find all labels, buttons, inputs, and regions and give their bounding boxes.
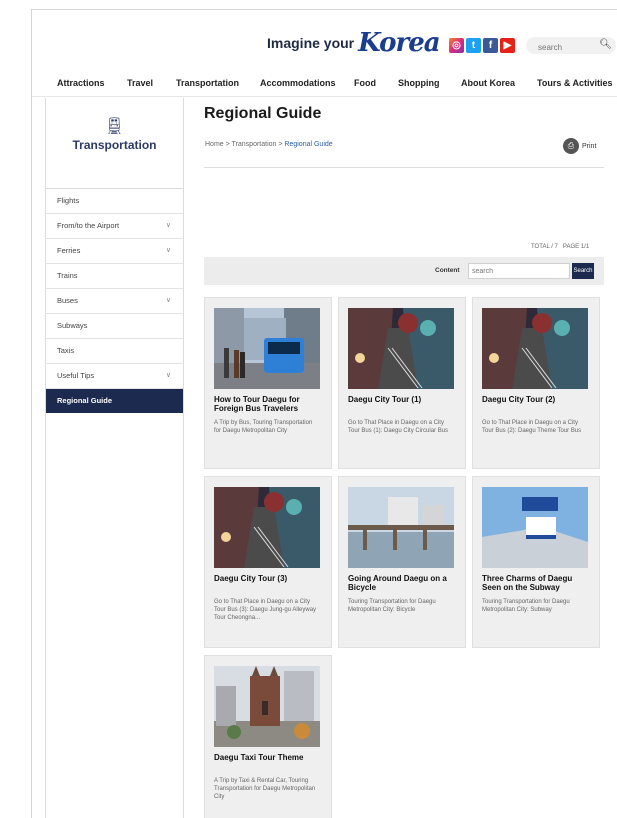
content-search-input[interactable] — [468, 263, 570, 279]
total-count: TOTAL / 7 — [531, 244, 558, 250]
card-description: Touring Transportation for Daegu Metropo… — [348, 599, 436, 613]
logo-tagline: Imagine your — [267, 35, 355, 51]
youtube-icon[interactable]: ▶ — [500, 38, 515, 53]
sidebar-item-label: Trains — [57, 271, 78, 280]
card-description: Touring Transportation for Daegu Metropo… — [482, 599, 570, 613]
search-icon[interactable]: 🔍︎ — [599, 39, 612, 50]
card-title[interactable]: Daegu City Tour (2) — [482, 395, 592, 404]
card-image-bus[interactable] — [214, 308, 320, 389]
guide-card[interactable]: Daegu City Tour (3) Go to That Place in … — [204, 476, 332, 648]
card-title[interactable]: Going Around Daegu on a Bicycle — [348, 574, 458, 592]
card-description: Go to That Place in Daegu on a City Tour… — [214, 599, 317, 621]
guide-card[interactable]: Daegu Taxi Tour Theme A Trip by Taxi & R… — [204, 655, 332, 818]
printer-icon: ⎙ — [563, 138, 579, 154]
sidebar: 🚆︎ Transportation Flights From/to the Ai… — [45, 98, 184, 818]
sidebar-item-buses[interactable]: Buses ∨ — [46, 289, 183, 314]
content-search-label: Content — [435, 267, 460, 274]
chevron-down-icon[interactable]: ∨ — [166, 364, 171, 388]
guide-card[interactable]: How to Tour Daegu for Foreign Bus Travel… — [204, 297, 332, 469]
chevron-down-icon[interactable]: ∨ — [166, 289, 171, 313]
card-image-alley[interactable] — [482, 308, 588, 389]
card-title[interactable]: Daegu City Tour (1) — [348, 395, 458, 404]
site-search: 🔍︎ — [526, 37, 616, 54]
sidebar-title: Transportation — [72, 138, 157, 152]
card-description: A Trip by Bus, Touring Transportation fo… — [214, 420, 313, 434]
sidebar-item-taxis[interactable]: Taxis — [46, 339, 183, 364]
sidebar-item-useful-tips[interactable]: Useful Tips ∨ — [46, 364, 183, 389]
card-image-subway[interactable] — [482, 487, 588, 568]
card-description: Go to That Place in Daegu on a City Tour… — [348, 420, 449, 434]
train-icon: 🚆︎ — [104, 118, 125, 135]
card-image-bridge[interactable] — [348, 487, 454, 568]
main-nav: Attractions Travel Transportation Accomm… — [32, 70, 617, 97]
card-title[interactable]: Daegu Taxi Tour Theme — [214, 753, 324, 762]
breadcrumb-current: Regional Guide — [284, 141, 333, 148]
page-info: PAGE 1/1 — [562, 244, 590, 250]
print-label: Print — [582, 142, 597, 150]
nav-food[interactable]: Food — [354, 78, 376, 88]
content-search-bar: Content Search — [204, 257, 604, 285]
nav-travel[interactable]: Travel — [127, 78, 153, 88]
sidebar-item-regional-guide[interactable]: Regional Guide — [46, 389, 183, 413]
sidebar-item-label: Ferries — [57, 246, 81, 255]
sidebar-item-trains[interactable]: Trains — [46, 264, 183, 289]
chevron-down-icon[interactable]: ∨ — [166, 239, 171, 263]
nav-attractions[interactable]: Attractions — [57, 78, 105, 88]
sidebar-header: 🚆︎ Transportation — [46, 116, 183, 189]
sidebar-item-subways[interactable]: Subways — [46, 314, 183, 339]
nav-accommodations[interactable]: Accommodations — [260, 78, 336, 88]
nav-tours-activities[interactable]: Tours & Activities — [537, 78, 613, 88]
card-title[interactable]: Three Charms of Daegu Seen on the Subway — [482, 574, 592, 592]
card-description: Go to That Place in Daegu on a City Tour… — [482, 420, 582, 434]
sidebar-item-label: Subways — [57, 321, 88, 330]
guide-card[interactable]: Daegu City Tour (1) Go to That Place in … — [338, 297, 466, 469]
nav-shopping[interactable]: Shopping — [398, 78, 440, 88]
breadcrumb: Home > Transportation > Regional Guide — [205, 141, 333, 148]
sidebar-item-label: Regional Guide — [57, 396, 113, 405]
card-title[interactable]: Daegu City Tour (3) — [214, 574, 324, 583]
instagram-icon[interactable]: ◎ — [449, 38, 464, 53]
page-frame: Imagine your Korea ◎ t f ▶ 🔍︎ Attraction… — [31, 9, 617, 818]
guide-card[interactable]: Three Charms of Daegu Seen on the Subway… — [472, 476, 600, 648]
main-content: Regional Guide Home > Transportation > R… — [204, 105, 604, 818]
site-search-input[interactable] — [536, 42, 600, 53]
guide-card[interactable]: Daegu City Tour (2) Go to That Place in … — [472, 297, 600, 469]
sidebar-item-ferries[interactable]: Ferries ∨ — [46, 239, 183, 264]
card-title[interactable]: How to Tour Daegu for Foreign Bus Travel… — [214, 395, 324, 413]
breadcrumb-home[interactable]: Home — [205, 141, 224, 148]
breadcrumb-separator: > — [223, 141, 232, 148]
sidebar-item-label: From/to the Airport — [57, 221, 120, 230]
facebook-icon[interactable]: f — [483, 38, 498, 53]
card-image-alley[interactable] — [348, 308, 454, 389]
chevron-down-icon[interactable]: ∨ — [166, 214, 171, 238]
social-links: ◎ t f ▶ — [449, 38, 515, 53]
page-title: Regional Guide — [204, 105, 322, 122]
guide-card[interactable]: Going Around Daegu on a Bicycle Touring … — [338, 476, 466, 648]
site-logo[interactable]: Imagine your Korea — [267, 28, 441, 58]
result-count: TOTAL / 7 PAGE 1/1 — [531, 244, 589, 250]
sidebar-item-label: Useful Tips — [57, 371, 95, 380]
card-image-cathedral[interactable] — [214, 666, 320, 747]
print-button[interactable]: ⎙ Print — [563, 138, 596, 154]
sidebar-item-airport[interactable]: From/to the Airport ∨ — [46, 214, 183, 239]
nav-about-korea[interactable]: About Korea — [461, 78, 515, 88]
breadcrumb-transportation[interactable]: Transportation — [232, 141, 277, 148]
logo-brand: Korea — [358, 28, 440, 58]
sidebar-item-label: Taxis — [57, 346, 75, 355]
card-description: A Trip by Taxi & Rental Car, Touring Tra… — [214, 778, 316, 800]
card-image-alley[interactable] — [214, 487, 320, 568]
title-divider — [204, 167, 604, 168]
sidebar-item-flights[interactable]: Flights — [46, 189, 183, 214]
content-search-button[interactable]: Search — [572, 263, 594, 279]
nav-transportation[interactable]: Transportation — [176, 78, 239, 88]
sidebar-item-label: Flights — [57, 196, 80, 205]
twitter-icon[interactable]: t — [466, 38, 481, 53]
sidebar-item-label: Buses — [57, 296, 78, 305]
